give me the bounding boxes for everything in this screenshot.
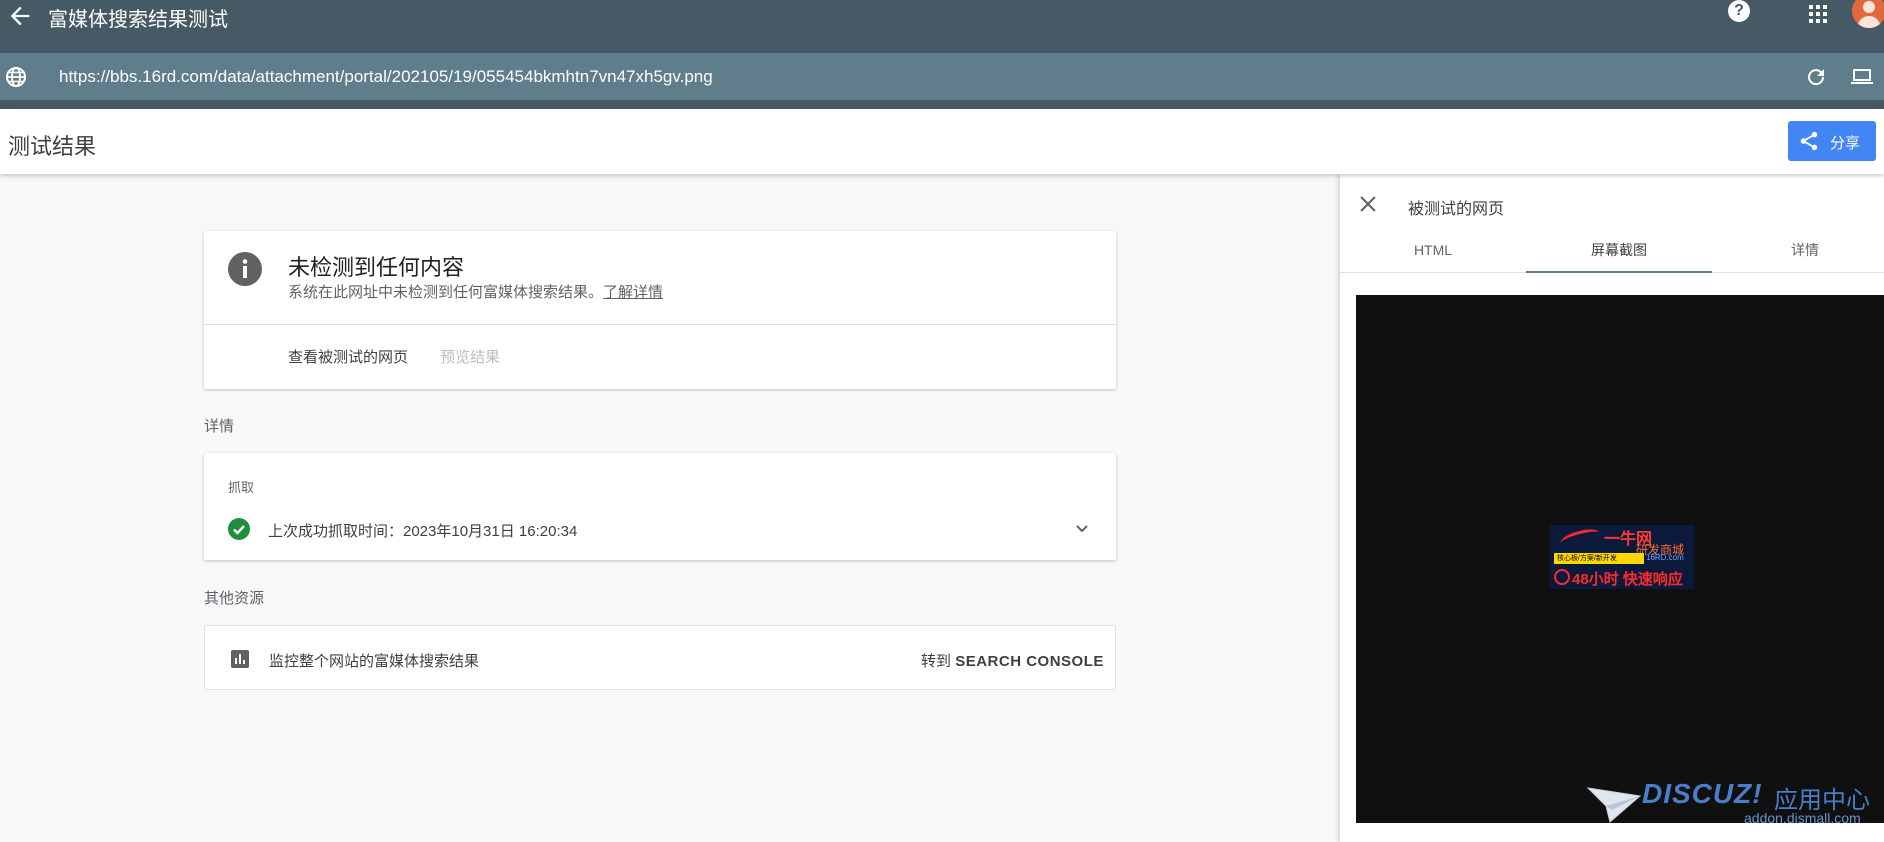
share-button[interactable]: 分享 (1788, 121, 1876, 161)
tested-page-panel: 被测试的网页 HTML 屏幕截图 详情 一牛网 研发商城 核心板/方案/新开发 … (1340, 174, 1884, 842)
share-label: 分享 (1830, 135, 1861, 152)
result-description: 系统在此网址中未检测到任何富媒体搜索结果。了解详情 (288, 281, 663, 302)
preview-results-button[interactable]: 预览结果 (440, 346, 500, 367)
url-bar: https://bbs.16rd.com/data/attachment/por… (0, 53, 1884, 100)
result-description-text: 系统在此网址中未检测到任何富媒体搜索结果。 (288, 284, 604, 301)
result-card: 未检测到任何内容 系统在此网址中未检测到任何富媒体搜索结果。了解详情 查看被测试… (204, 231, 1116, 389)
watermark-domain: addon.dismall.com (1744, 810, 1861, 826)
url-bar-strip (0, 100, 1884, 109)
close-icon[interactable] (1358, 194, 1378, 214)
check-circle-icon (228, 518, 250, 540)
refresh-icon[interactable] (1804, 65, 1828, 89)
tested-url[interactable]: https://bbs.16rd.com/data/attachment/por… (59, 67, 713, 87)
panel-tabs: HTML 屏幕截图 详情 (1340, 230, 1884, 273)
ad-line-3: 核心板/方案/新开发 (1554, 553, 1644, 564)
tab-screenshot[interactable]: 屏幕截图 (1526, 230, 1712, 273)
page-screenshot: 一牛网 研发商城 核心板/方案/新开发 16RD.com 48小时 快速响应 (1356, 295, 1884, 823)
tab-details[interactable]: 详情 (1712, 230, 1884, 273)
results-header: 测试结果 分享 (0, 109, 1884, 174)
resources-section-label: 其他资源 (204, 590, 265, 607)
bar-chart-icon (231, 650, 249, 668)
back-arrow-icon[interactable] (6, 2, 34, 30)
divider (204, 324, 1116, 325)
desktop-device-icon[interactable] (1850, 65, 1874, 89)
learn-more-link[interactable]: 了解详情 (603, 284, 663, 301)
tab-html[interactable]: HTML (1340, 230, 1526, 273)
view-tested-page-button[interactable]: 查看被测试的网页 (288, 346, 408, 367)
goto-search-console-link[interactable]: 转到 SEARCH CONSOLE (921, 650, 1104, 671)
panel-title: 被测试的网页 (1408, 201, 1505, 218)
result-heading: 未检测到任何内容 (288, 255, 465, 280)
app-top-bar: 富媒体搜索结果测试 ? (0, 0, 1884, 53)
page-title: 测试结果 (8, 134, 97, 159)
clock-icon (1554, 569, 1570, 585)
ad-arrow (1558, 526, 1602, 550)
discuz-watermark: DISCUZ! 应用中心 addon.dismall.com (1586, 774, 1884, 842)
paper-plane-icon (1586, 787, 1642, 823)
globe-icon (6, 67, 26, 87)
app-title: 富媒体搜索结果测试 (48, 9, 228, 31)
goto-target: SEARCH CONSOLE (955, 653, 1104, 670)
watermark-brand: DISCUZ! (1642, 778, 1763, 809)
ad-line-4: 16RD.com (1646, 553, 1684, 562)
monitor-site-text: 监控整个网站的富媒体搜索结果 (269, 653, 480, 670)
account-avatar[interactable] (1852, 0, 1884, 28)
goto-prefix: 转到 (921, 653, 952, 670)
crawl-label: 抓取 (228, 480, 255, 495)
apps-grid-icon[interactable] (1808, 4, 1828, 24)
screenshot-ad-image: 一牛网 研发商城 核心板/方案/新开发 16RD.com 48小时 快速响应 (1550, 525, 1694, 589)
crawl-card[interactable]: 抓取 上次成功抓取时间：2023年10月31日 16:20:34 (204, 453, 1116, 560)
info-icon (228, 252, 262, 286)
last-crawl-time: 上次成功抓取时间：2023年10月31日 16:20:34 (268, 523, 578, 540)
share-icon (1800, 131, 1818, 151)
search-console-card: 监控整个网站的富媒体搜索结果 转到 SEARCH CONSOLE (204, 625, 1116, 690)
ad-line-5: 48小时 快速响应 (1572, 571, 1683, 588)
help-icon[interactable]: ? (1728, 0, 1750, 22)
chevron-down-icon[interactable] (1072, 519, 1092, 539)
details-section-label: 详情 (204, 418, 235, 435)
